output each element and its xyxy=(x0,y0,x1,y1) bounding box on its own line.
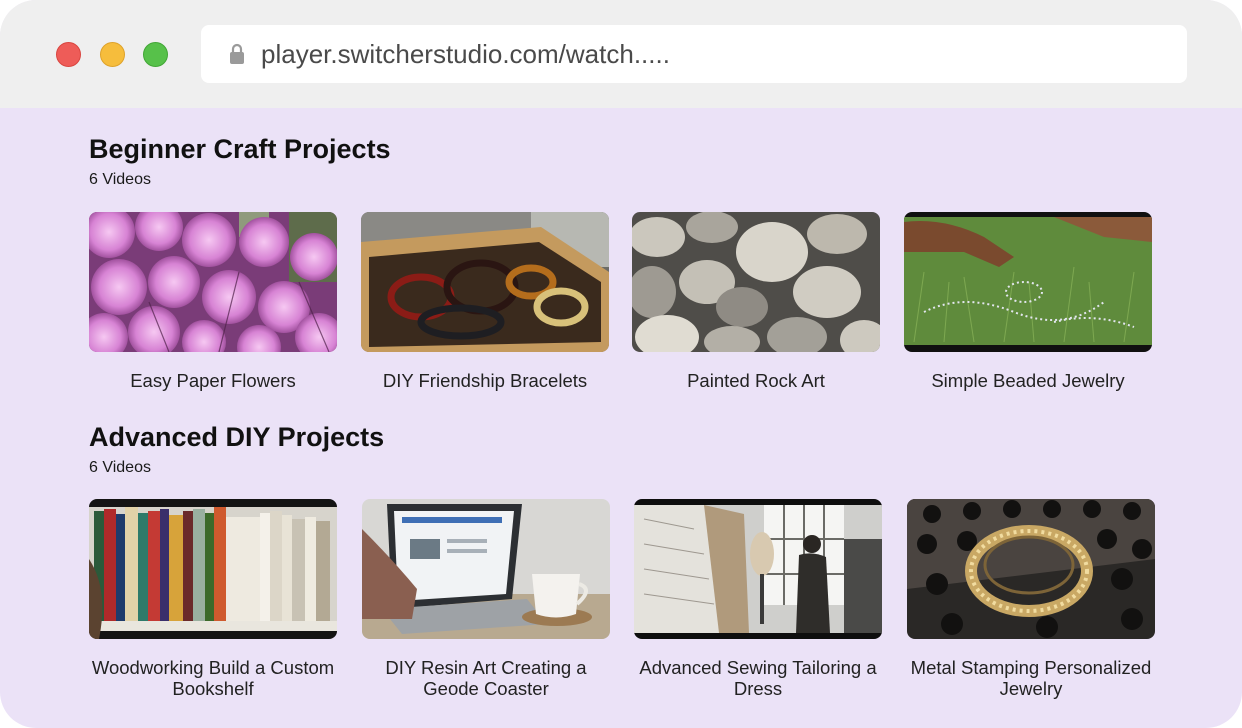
video-thumbnail[interactable] xyxy=(634,499,882,639)
sewing-studio-thumbnail xyxy=(634,499,882,639)
metal-ring-thumbnail xyxy=(907,499,1155,639)
section-count-beginner: 6 Videos xyxy=(89,171,151,188)
maximize-window-icon[interactable] xyxy=(143,42,168,67)
pink-flowers-thumbnail xyxy=(89,212,337,352)
section-title-advanced: Advanced DIY Projects xyxy=(89,422,385,452)
video-thumbnail[interactable] xyxy=(89,212,337,352)
video-title[interactable]: Painted Rock Art xyxy=(626,370,886,391)
beaded-bracelets-thumbnail xyxy=(361,212,609,352)
browser-window: player.switcherstudio.com/watch..... Beg… xyxy=(0,0,1242,728)
address-bar[interactable]: player.switcherstudio.com/watch..... xyxy=(201,25,1187,83)
video-title[interactable]: DIY Resin Art Creating a Geode Coaster xyxy=(356,657,616,699)
section-count-advanced: 6 Videos xyxy=(89,459,151,476)
video-thumbnail[interactable] xyxy=(632,212,880,352)
video-thumbnail[interactable] xyxy=(904,212,1152,352)
laptop-and-mug-thumbnail xyxy=(362,499,610,639)
video-title[interactable]: DIY Friendship Bracelets xyxy=(355,370,615,391)
minimize-window-icon[interactable] xyxy=(100,42,125,67)
video-thumbnail[interactable] xyxy=(361,212,609,352)
video-thumbnail[interactable] xyxy=(89,499,337,639)
bookshelf-thumbnail xyxy=(89,499,337,639)
beads-on-grass-thumbnail xyxy=(904,212,1152,352)
url-text[interactable]: player.switcherstudio.com/watch..... xyxy=(261,25,670,83)
close-window-icon[interactable] xyxy=(56,42,81,67)
lock-icon xyxy=(230,43,244,64)
video-title[interactable]: Simple Beaded Jewelry xyxy=(898,370,1158,391)
video-title[interactable]: Metal Stamping Personalized Jewelry xyxy=(901,657,1161,699)
video-title[interactable]: Advanced Sewing Tailoring a Dress xyxy=(628,657,888,699)
video-thumbnail[interactable] xyxy=(907,499,1155,639)
section-title-beginner: Beginner Craft Projects xyxy=(89,134,391,164)
browser-chrome: player.switcherstudio.com/watch..... xyxy=(0,0,1242,108)
video-title[interactable]: Easy Paper Flowers xyxy=(83,370,343,391)
video-title[interactable]: Woodworking Build a Custom Bookshelf xyxy=(83,657,343,699)
video-thumbnail[interactable] xyxy=(362,499,610,639)
river-stones-thumbnail xyxy=(632,212,880,352)
